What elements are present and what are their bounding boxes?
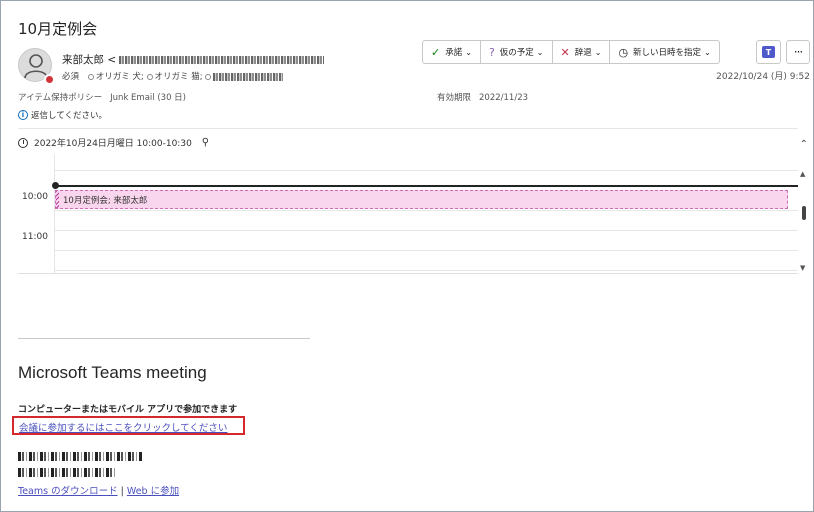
join-link-highlight: 会議に参加するにはここをクリックしてください (12, 416, 245, 435)
tentative-button[interactable]: ? 仮の予定 ⌄ (481, 41, 553, 63)
chevron-down-icon: ⌄ (594, 47, 602, 57)
accept-button[interactable]: ✓ 承諾 ⌄ (423, 41, 481, 63)
attendee-item[interactable]: オリガミ 犬; (87, 72, 144, 82)
received-date: 2022/10/24 (月) 9:52 (716, 72, 810, 82)
teams-separator (18, 338, 310, 339)
meeting-response-toolbar: ✓ 承諾 ⌄ ? 仮の予定 ⌄ ✕ 辞退 ⌄ ◷ 新しい日時を指定 ⌄ (422, 40, 720, 64)
propose-new-time-button[interactable]: ◷ 新しい日時を指定 ⌄ (610, 41, 718, 63)
sender-avatar[interactable] (18, 48, 55, 85)
expiration-info: 有効期限 2022/11/23 (437, 93, 529, 103)
event-label: 10月定例会; 来部太郎 (63, 195, 148, 206)
time-gutter (54, 154, 55, 273)
clock-icon (18, 137, 28, 148)
join-on-web-link[interactable]: Web に参加 (127, 486, 179, 497)
sender-name: 来部太郎 (62, 54, 104, 66)
collapse-chevron-up-icon[interactable]: ⌃ (800, 139, 808, 150)
teams-chat-button[interactable]: T (756, 40, 781, 64)
scroll-down-icon[interactable]: ▼ (800, 264, 805, 272)
grid-line (54, 250, 798, 251)
required-label: 必須 (62, 72, 80, 82)
attendee-status-icon (146, 73, 153, 80)
download-teams-link[interactable]: Teams のダウンロード (18, 486, 118, 497)
calendar-scrollbar[interactable]: ▲ ▼ (798, 154, 810, 274)
calendar-event[interactable]: 10月定例会; 来部太郎 (55, 190, 788, 209)
hour-label: 11:00 (22, 232, 48, 242)
attendee-status-icon (205, 73, 212, 80)
attendee-status-icon (87, 73, 94, 80)
meeting-id-redacted (18, 452, 142, 461)
presence-busy-icon (44, 74, 55, 85)
calendar-preview[interactable]: 10:00 11:00 10月定例会; 来部太郎 (18, 154, 798, 274)
scroll-up-icon[interactable]: ▲ (800, 170, 805, 178)
grid-line (54, 270, 798, 271)
ellipsis-icon: ··· (793, 45, 804, 59)
clock-icon: ◷ (618, 45, 629, 59)
teams-meeting-title: Microsoft Teams meeting (18, 363, 207, 382)
message-subject: 10月定例会 (18, 20, 98, 38)
current-time-dot (52, 182, 59, 189)
checkmark-icon: ✓ (431, 45, 441, 59)
question-icon: ? (488, 45, 495, 59)
grid-line (54, 210, 798, 211)
attendee-item-redacted[interactable] (205, 72, 284, 82)
chevron-down-icon: ⌄ (465, 47, 472, 57)
teams-icon: T (762, 46, 775, 58)
passcode-redacted (18, 468, 116, 477)
x-icon: ✕ (560, 45, 570, 59)
teams-footer-links: Teams のダウンロード | Web に参加 (18, 483, 179, 497)
grid-line (54, 230, 798, 231)
scroll-thumb[interactable] (802, 206, 806, 220)
chevron-down-icon: ⌄ (704, 47, 711, 57)
retention-policy: アイテム保持ポリシー Junk Email (30 日) (18, 93, 186, 103)
divider (18, 128, 798, 129)
sender-line[interactable]: 来部太郎 < (62, 52, 325, 67)
chevron-down-icon: ⌄ (536, 47, 544, 57)
sender-email-redacted: < (107, 54, 325, 66)
grid-line (54, 170, 798, 171)
location-pin-icon: ⚲ (201, 137, 210, 148)
response-notice: i 返信してください。 (18, 109, 107, 121)
link-separator: | (120, 486, 124, 497)
decline-button[interactable]: ✕ 辞退 ⌄ (553, 41, 611, 63)
join-hint: コンピューターまたはモバイル アプリで参加できます (18, 405, 238, 415)
join-meeting-link[interactable]: 会議に参加するにはここをクリックしてください (19, 423, 227, 434)
recipients-line: 必須 オリガミ 犬; オリガミ 猫; (62, 70, 284, 82)
more-actions-button[interactable]: ··· (786, 40, 810, 64)
hour-label: 10:00 (22, 192, 48, 202)
meeting-time: 2022年10月24日月曜日 10:00-10:30 ⚲ (18, 136, 209, 149)
current-time-line (55, 185, 798, 187)
attendee-item[interactable]: オリガミ 猫; (146, 72, 203, 82)
info-icon: i (18, 110, 28, 120)
